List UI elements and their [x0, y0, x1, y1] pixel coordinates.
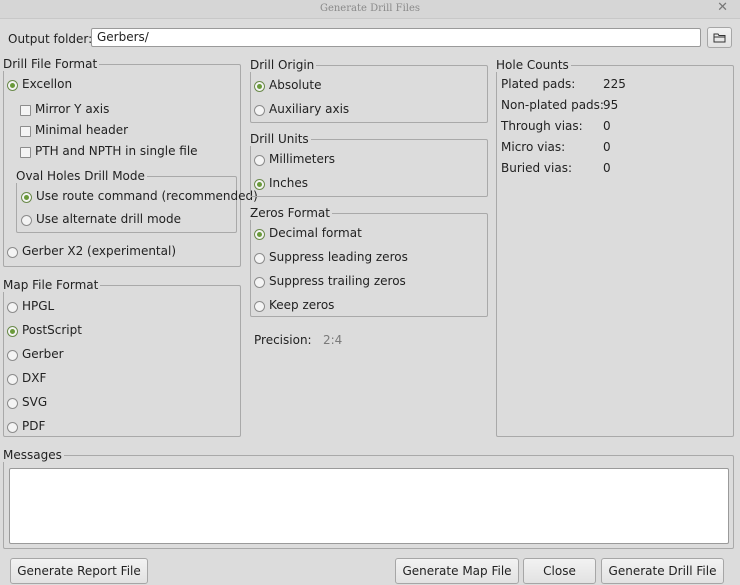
zeros-format-group: Zeros Format Decimal format Suppress lea… — [250, 206, 488, 317]
non-plated-pads-value: 95 — [603, 98, 619, 112]
use-route-label: Use route command (recommended) — [36, 189, 258, 203]
absolute-label: Absolute — [269, 78, 322, 92]
drill-file-format-title: Drill File Format — [3, 57, 100, 71]
hole-counts-title: Hole Counts — [496, 58, 571, 72]
mirror-y-checkbox[interactable] — [20, 105, 31, 116]
millimeters-label: Millimeters — [269, 152, 336, 166]
output-folder-label: Output folder: — [8, 32, 93, 46]
messages-group: Messages — [3, 448, 734, 549]
buried-vias-label: Buried vias: — [501, 161, 573, 175]
gerber-x2-label: Gerber X2 (experimental) — [22, 244, 177, 258]
precision-label: Precision: — [254, 333, 312, 347]
map-radio-hpgl[interactable] — [7, 302, 18, 313]
pth-npth-checkbox[interactable] — [20, 147, 31, 158]
inches-radio[interactable] — [254, 179, 265, 190]
zeros-format-title: Zeros Format — [250, 206, 332, 220]
messages-textarea[interactable] — [9, 468, 729, 544]
suppress-trailing-radio[interactable] — [254, 277, 265, 288]
map-radio-pdf[interactable] — [7, 422, 18, 433]
auxiliary-radio[interactable] — [254, 105, 265, 116]
decimal-radio[interactable] — [254, 229, 265, 240]
hole-counts-group: Hole Counts Plated pads: 225 Non-plated … — [496, 58, 734, 437]
generate-report-button[interactable]: Generate Report File — [10, 558, 148, 584]
map-label-postscript: PostScript — [22, 323, 82, 337]
decimal-label: Decimal format — [269, 226, 362, 240]
micro-vias-label: Micro vias: — [501, 140, 566, 154]
drill-units-title: Drill Units — [250, 132, 311, 146]
map-file-format-group: Map File Format HPGL PostScript Gerber D… — [3, 278, 241, 437]
close-button[interactable]: Close — [523, 558, 596, 584]
generate-map-button[interactable]: Generate Map File — [395, 558, 519, 584]
buried-vias-value: 0 — [603, 161, 611, 175]
messages-title: Messages — [3, 448, 64, 462]
suppress-leading-radio[interactable] — [254, 253, 265, 264]
folder-icon — [713, 33, 726, 43]
suppress-leading-label: Suppress leading zeros — [269, 250, 408, 264]
map-label-pdf: PDF — [22, 419, 46, 433]
excellon-label: Excellon — [22, 77, 73, 91]
map-file-format-title: Map File Format — [3, 278, 101, 292]
map-radio-postscript[interactable] — [7, 326, 18, 337]
oval-holes-title: Oval Holes Drill Mode — [16, 169, 147, 183]
auxiliary-label: Auxiliary axis — [269, 102, 350, 116]
generate-drill-button[interactable]: Generate Drill File — [601, 558, 724, 584]
map-radio-svg[interactable] — [7, 398, 18, 409]
map-radio-dxf[interactable] — [7, 374, 18, 385]
map-radio-gerber[interactable] — [7, 350, 18, 361]
use-alt-label: Use alternate drill mode — [36, 212, 181, 226]
pth-npth-label: PTH and NPTH in single file — [35, 144, 198, 158]
use-alt-radio[interactable] — [21, 215, 32, 226]
gerber-x2-radio[interactable] — [7, 247, 18, 258]
drill-origin-group: Drill Origin Absolute Auxiliary axis — [250, 58, 488, 123]
keep-zeros-label: Keep zeros — [269, 298, 335, 312]
map-label-gerber: Gerber — [22, 347, 64, 361]
drill-units-group: Drill Units Millimeters Inches — [250, 132, 488, 197]
mirror-y-label: Mirror Y axis — [35, 102, 110, 116]
plated-pads-label: Plated pads: — [501, 77, 576, 91]
map-label-hpgl: HPGL — [22, 299, 55, 313]
keep-zeros-radio[interactable] — [254, 301, 265, 312]
oval-holes-group: Oval Holes Drill Mode Use route command … — [16, 169, 258, 233]
non-plated-pads-label: Non-plated pads: — [501, 98, 604, 112]
suppress-trailing-label: Suppress trailing zeros — [269, 274, 406, 288]
use-route-radio[interactable] — [21, 192, 32, 203]
close-icon[interactable]: ✕ — [717, 1, 728, 15]
plated-pads-value: 225 — [603, 77, 626, 91]
through-vias-value: 0 — [603, 119, 611, 133]
window-title: Generate Drill Files — [319, 3, 421, 14]
excellon-radio[interactable] — [7, 80, 18, 91]
drill-origin-title: Drill Origin — [250, 58, 317, 72]
drill-file-format-group: Drill File Format Excellon Mirror Y axis… — [3, 57, 258, 267]
minimal-header-label: Minimal header — [35, 123, 129, 137]
minimal-header-checkbox[interactable] — [20, 126, 31, 137]
precision-value: 2:4 — [323, 333, 343, 347]
micro-vias-value: 0 — [603, 140, 611, 154]
millimeters-radio[interactable] — [254, 155, 265, 166]
through-vias-label: Through vias: — [501, 119, 583, 133]
title-bar: Generate Drill Files ✕ — [0, 0, 740, 19]
browse-button[interactable] — [707, 27, 732, 48]
map-label-dxf: DXF — [22, 371, 47, 385]
map-label-svg: SVG — [22, 395, 48, 409]
output-folder-input[interactable]: Gerbers/ — [91, 28, 701, 47]
absolute-radio[interactable] — [254, 81, 265, 92]
inches-label: Inches — [269, 176, 308, 190]
